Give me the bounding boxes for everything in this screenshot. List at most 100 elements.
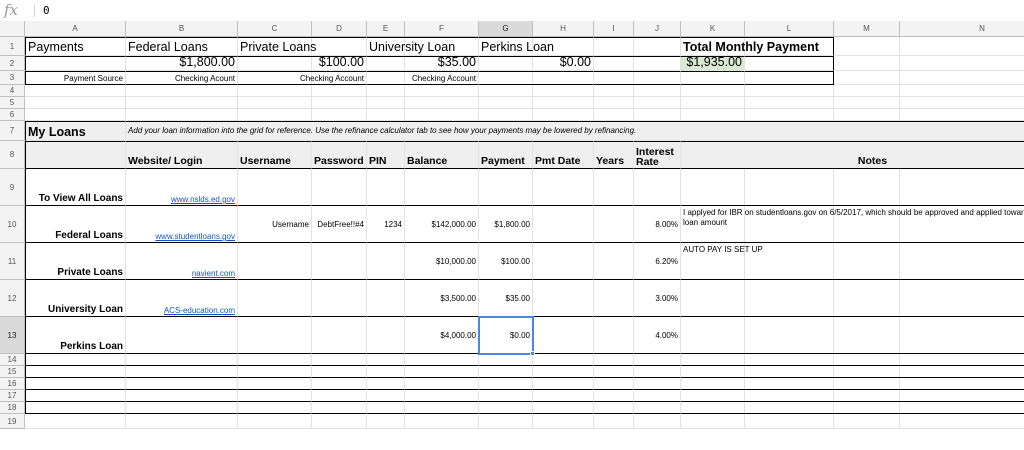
empty-cell[interactable] [405,109,479,121]
loan-extra-notes[interactable] [681,354,1024,366]
loan-rate-private-loans[interactable]: 6.20% [634,243,681,280]
column-header-c[interactable]: C [238,21,312,37]
empty-cell[interactable] [312,97,367,109]
loan-extra-cell[interactable] [533,366,594,378]
loan-notes-federal-loans[interactable]: I applyed for IBR on studentloans.gov on… [681,206,1024,243]
loan-extra-cell[interactable] [405,366,479,378]
loans-header-password[interactable]: Password [312,141,367,169]
loan-password-private-loans[interactable] [312,243,367,280]
loan-extra-cell[interactable] [126,354,238,366]
loan-extra-cell[interactable] [479,366,533,378]
empty-cell[interactable] [834,56,900,71]
loan-extra-notes[interactable] [681,366,1024,378]
empty-cell[interactable] [834,109,900,121]
loans-header-notes[interactable]: Notes [681,141,1024,169]
formula-input[interactable]: 0 [43,0,50,21]
loan-extra-notes[interactable] [681,390,1024,402]
loan-extra-cell[interactable] [405,378,479,390]
total-monthly-payment-value[interactable]: $1,935.00 [681,55,745,71]
empty-cell[interactable] [479,97,533,109]
row-header-18[interactable]: 18 [0,402,25,414]
empty-cell[interactable] [126,109,238,121]
row-header-3[interactable]: 3 [0,71,25,85]
empty-cell[interactable] [405,97,479,109]
column-header-n[interactable]: N [900,21,1024,37]
empty-cell[interactable] [900,71,1024,85]
loan-name-university-loan[interactable]: University Loan [25,280,126,317]
loan-extra-cell[interactable] [594,366,634,378]
loan-extra-cell[interactable] [634,354,681,366]
column-header-k[interactable]: K [681,21,745,37]
loan-balance-perkins-loan[interactable]: $4,000.00 [405,317,479,354]
empty-cell[interactable] [312,109,367,121]
amount-federal[interactable]: $1,800.00 [126,55,238,71]
empty-cell[interactable] [238,414,312,429]
loan-extra-cell[interactable] [312,354,367,366]
loan-extra-cell[interactable] [238,402,312,414]
loan-pin-private-loans[interactable] [367,243,405,280]
loans-header-pmt-date[interactable]: Pmt Date [533,141,594,169]
column-header-j[interactable]: J [634,21,681,37]
loan-website-private-loans-text[interactable]: navient.com [192,269,235,278]
source-blank[interactable] [594,71,681,85]
amount-private[interactable]: $100.00 [238,55,367,71]
payment-source-label[interactable]: Payment Source [25,71,126,85]
empty-cell[interactable] [238,97,312,109]
amount-blank-ij[interactable] [594,56,681,71]
loan-balance-private-loans[interactable]: $10,000.00 [405,243,479,280]
header-perkins-loan[interactable]: Perkins Loan [479,37,594,56]
loan-username-federal-loans[interactable]: Username [238,206,312,243]
loan-extra-cell[interactable] [238,378,312,390]
loan-rate-university-loan[interactable]: 3.00% [634,280,681,317]
empty-cell[interactable] [834,37,900,56]
loan-extra-cell[interactable] [126,390,238,402]
empty-cell[interactable] [405,414,479,429]
empty-cell[interactable] [312,85,367,97]
loan-payment-federal-loans[interactable]: $1,800.00 [479,206,533,243]
loan-extra-cell[interactable] [533,354,594,366]
loan-website-federal-loans[interactable]: www.studentloans.gov [126,206,238,243]
loan-extra-cell[interactable] [405,390,479,402]
loan-extra-a[interactable] [25,354,126,366]
loan-extra-a[interactable] [25,378,126,390]
empty-cell[interactable] [405,85,479,97]
empty-cell[interactable] [367,109,405,121]
header-federal-loans[interactable]: Federal Loans [126,37,238,56]
loan-extra-cell[interactable] [367,378,405,390]
loan-payment-perkins-loan[interactable]: $0.00 [479,317,533,354]
loan-extra-cell[interactable] [634,402,681,414]
loan-payment-private-loans[interactable]: $100.00 [479,243,533,280]
loan-extra-cell[interactable] [238,354,312,366]
empty-cell[interactable] [900,97,1024,109]
empty-cell[interactable] [367,414,405,429]
row-header-6[interactable]: 6 [0,109,25,121]
loan-website-federal-loans-text[interactable]: www.studentloans.gov [155,232,235,241]
total-monthly-payment-label[interactable]: Total Monthly Payment [681,37,834,56]
loan-years-to-view-all-loans[interactable] [594,169,634,206]
loan-pmt-date-federal-loans[interactable] [533,206,594,243]
total-blank[interactable] [745,56,834,71]
loan-extra-cell[interactable] [367,402,405,414]
row-header-11[interactable]: 11 [0,243,25,280]
empty-cell[interactable] [681,414,745,429]
empty-cell[interactable] [25,85,126,97]
loan-extra-a[interactable] [25,402,126,414]
loan-extra-cell[interactable] [126,366,238,378]
loan-password-perkins-loan[interactable] [312,317,367,354]
payments-title[interactable]: Payments [25,37,126,56]
empty-cell[interactable] [681,97,745,109]
empty-cell[interactable] [479,85,533,97]
loan-extra-cell[interactable] [594,378,634,390]
empty-cell[interactable] [745,109,834,121]
loan-rate-to-view-all-loans[interactable] [634,169,681,206]
row-header-2[interactable]: 2 [0,56,25,71]
loan-extra-cell[interactable] [634,366,681,378]
loan-extra-cell[interactable] [126,402,238,414]
empty-cell[interactable] [533,97,594,109]
loans-header-years[interactable]: Years [594,141,634,169]
amount-university[interactable]: $35.00 [367,55,479,71]
loan-website-to-view-all-loans-text[interactable]: www.nslds.ed.gov [171,195,235,204]
empty-cell[interactable] [533,109,594,121]
loan-pin-university-loan[interactable] [367,280,405,317]
loan-pin-perkins-loan[interactable] [367,317,405,354]
